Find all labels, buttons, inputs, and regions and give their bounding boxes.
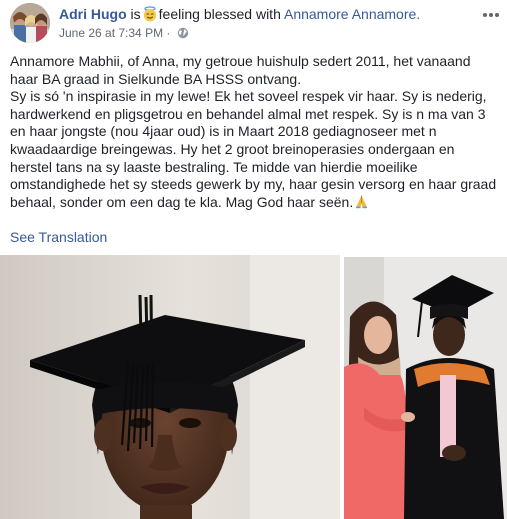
more-options-icon[interactable] [482, 7, 500, 17]
meta-separator: · [166, 26, 171, 40]
post-header: Adri Hugo is feeling blessed with Annamo… [10, 3, 500, 43]
photo-gallery [0, 255, 507, 519]
is-text: is [130, 6, 141, 22]
tagged-person-link[interactable]: Annamore Annamore. [284, 6, 420, 22]
post-meta: June 26 at 7:34 PM · [59, 25, 189, 43]
smiling-face-with-halo-icon [142, 6, 158, 26]
post-paragraph-2: Sy is só 'n inspirasie in my lewe! Ek he… [10, 88, 500, 213]
folded-hands-icon [354, 194, 369, 214]
graduation-pair-photo[interactable] [344, 257, 507, 519]
post-paragraph-1: Annamore Mabhii, of Anna, my getroue hui… [10, 53, 471, 87]
post-paragraph-2-text: Sy is só 'n inspirasie in my lewe! Ek he… [10, 88, 497, 210]
feeling-text: feeling blessed with [158, 6, 281, 22]
author-name[interactable]: Adri Hugo [59, 6, 127, 22]
see-translation-link[interactable]: See Translation [10, 229, 107, 246]
globe-icon[interactable] [177, 27, 189, 43]
avatar[interactable] [10, 3, 50, 43]
post-headline: Adri Hugo is feeling blessed with Annamo… [59, 5, 420, 26]
graduate-portrait-photo[interactable] [0, 255, 340, 519]
post-date[interactable]: June 26 at 7:34 PM [59, 26, 163, 40]
post-body: Annamore Mabhii, of Anna, my getroue hui… [10, 53, 500, 213]
